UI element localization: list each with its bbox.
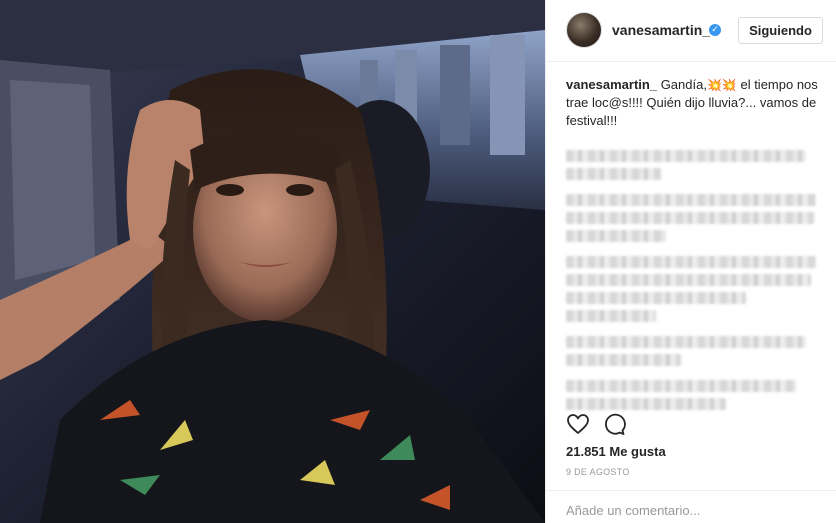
selfie-image	[0, 0, 545, 523]
caption-text-start: Gandía,	[660, 77, 707, 92]
post-header: vanesamartin_ ✓ Siguiendo	[546, 0, 836, 62]
blurred-comment-line	[566, 380, 796, 392]
blurred-comment-line	[566, 354, 681, 366]
add-comment-section	[546, 490, 836, 523]
comment-bubble-icon[interactable]	[602, 412, 626, 436]
blurred-comment-line	[566, 168, 661, 180]
post-sidebar: vanesamartin_ ✓ Siguiendo vanesamartin_ …	[545, 0, 836, 523]
blurred-comment-line	[566, 194, 816, 206]
post-caption: vanesamartin_ Gandía,💥💥 el tiempo nos tr…	[566, 76, 818, 130]
blurred-comment-line	[566, 274, 811, 286]
heart-icon[interactable]	[566, 412, 590, 436]
blurred-comments	[566, 150, 818, 416]
caption-username[interactable]: vanesamartin_	[566, 77, 657, 92]
post-actions	[566, 412, 626, 436]
comment-input[interactable]	[566, 501, 821, 519]
post-photo[interactable]	[0, 0, 545, 523]
blurred-comment-line	[566, 398, 726, 410]
header-username[interactable]: vanesamartin_	[612, 22, 710, 38]
blurred-comment-line	[566, 150, 806, 162]
blurred-comment-line	[566, 292, 746, 304]
likes-count[interactable]: 21.851 Me gusta	[566, 444, 666, 459]
blurred-comment-line	[566, 310, 656, 322]
following-button[interactable]: Siguiendo	[738, 17, 823, 44]
blurred-comment-line	[566, 212, 814, 224]
blurred-comment-line	[566, 256, 816, 268]
avatar[interactable]	[566, 12, 602, 48]
verified-badge-icon: ✓	[709, 24, 721, 36]
blurred-comment-line	[566, 336, 806, 348]
blurred-comment-line	[566, 230, 666, 242]
collision-emoji: 💥💥	[706, 78, 737, 92]
post-date[interactable]: 9 DE AGOSTO	[566, 467, 630, 477]
